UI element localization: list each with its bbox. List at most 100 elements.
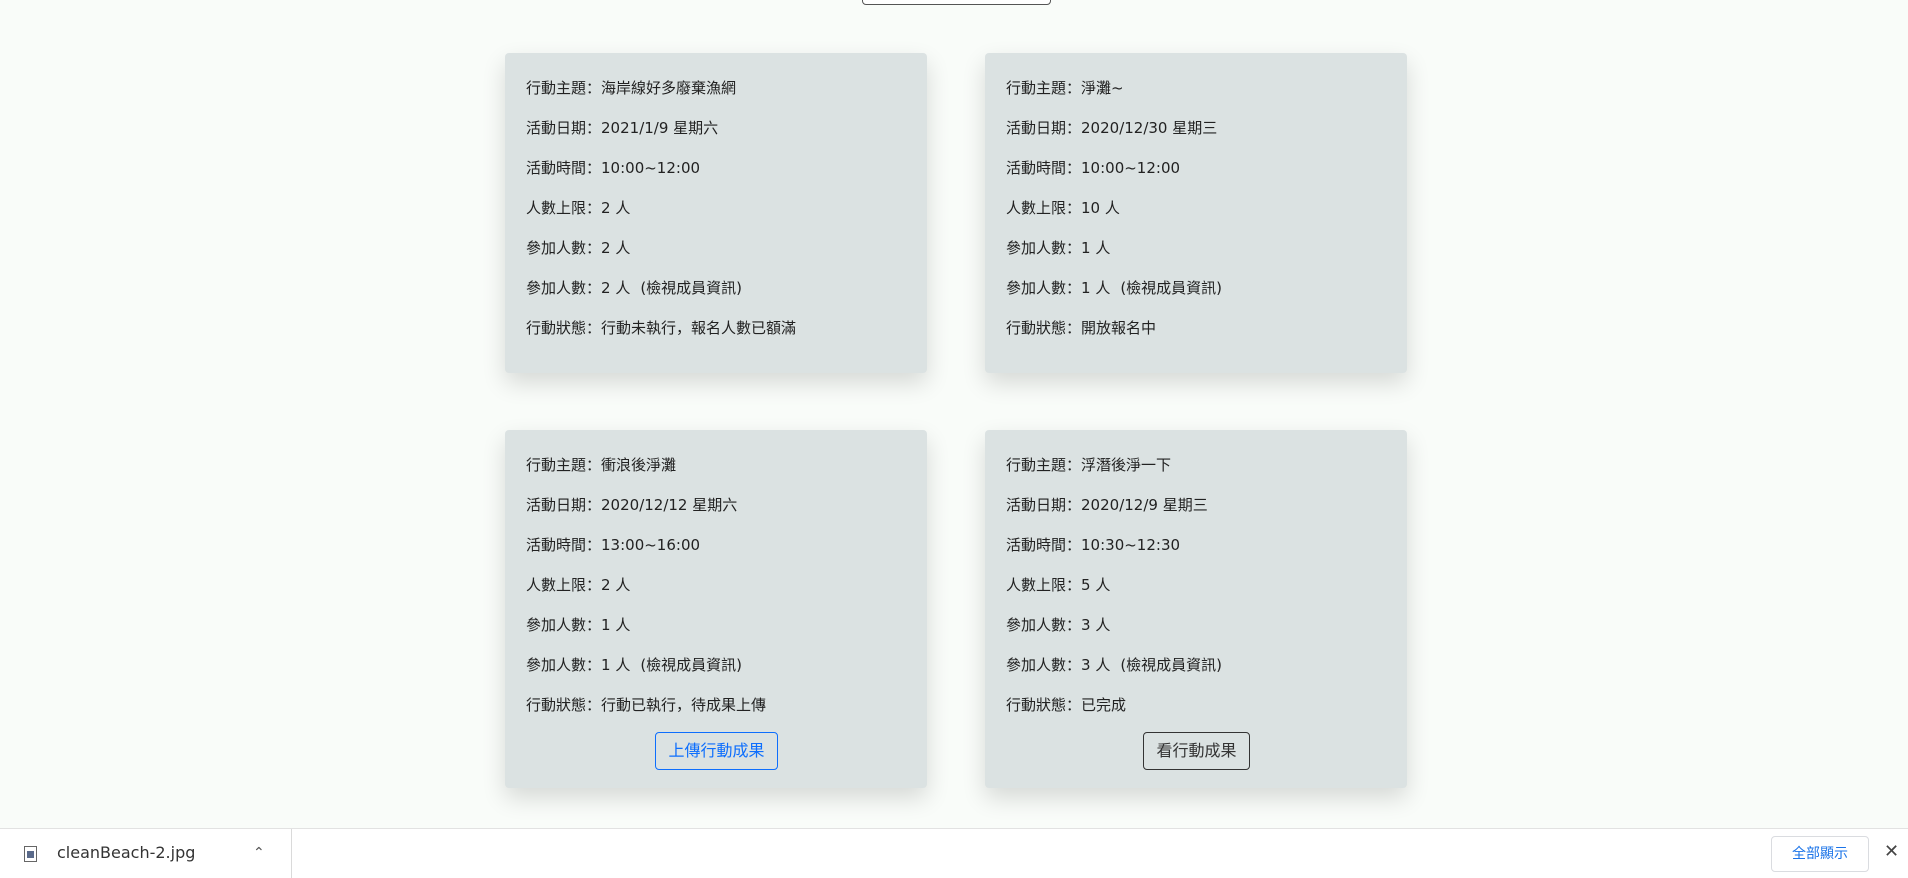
activity-card: 行動主題：衝浪後淨灘 活動日期：2020/12/12 星期六 活動時間：13:0… [505,430,927,788]
joined-row: 參加人數：1 人 [526,610,907,650]
date-label: 活動日期： [526,119,602,137]
time-label: 活動時間： [526,159,602,177]
download-file-name[interactable]: cleanBeach-2.jpg [57,843,195,862]
chevron-up-icon[interactable]: ⌃ [253,845,265,861]
limit-value: 2 人 [601,576,631,594]
date-row: 活動日期：2020/12/9 星期三 [1006,490,1387,530]
status-value: 已完成 [1081,696,1127,714]
time-row: 活動時間：10:30~12:30 [1006,530,1387,570]
close-icon[interactable]: ✕ [1884,841,1899,862]
status-row: 行動狀態：行動已執行，待成果上傳 [526,690,907,730]
date-label: 活動日期： [526,496,602,514]
status-value: 行動已執行，待成果上傳 [601,696,767,714]
limit-row: 人數上限：2 人 [526,570,907,610]
time-label: 活動時間： [1006,159,1082,177]
time-value: 10:00~12:00 [1081,159,1181,177]
theme-label: 行動主題： [526,79,602,97]
joined-label: 參加人數： [1006,279,1082,297]
date-row: 活動日期：2020/12/30 星期三 [1006,113,1387,153]
limit-value: 2 人 [601,199,631,217]
limit-row: 人數上限：2 人 [526,193,907,233]
date-row: 活動日期：2020/12/12 星期六 [526,490,907,530]
show-all-button[interactable]: 全部顯示 [1771,836,1869,872]
joined-value: 1 人 [1081,279,1111,297]
page: 行動主題：海岸線好多廢棄漁網 活動日期：2021/1/9 星期六 活動時間：10… [0,0,1908,878]
limit-label: 人數上限： [1006,199,1082,217]
time-label: 活動時間： [1006,536,1082,554]
activity-card: 行動主題：海岸線好多廢棄漁網 活動日期：2021/1/9 星期六 活動時間：10… [505,53,927,373]
limit-value: 10 人 [1081,199,1120,217]
joined-value: 3 人 [1081,616,1111,634]
joined-row: 參加人數：1 人 [1006,233,1387,273]
time-value: 10:30~12:30 [1081,536,1181,554]
theme-row: 行動主題：浮潛後淨一下 [1006,450,1387,490]
theme-value: 淨灘~ [1081,79,1124,97]
view-members-link[interactable]: (檢視成員資訊) [1120,656,1222,674]
limit-value: 5 人 [1081,576,1111,594]
joined-label: 參加人數： [1006,656,1082,674]
joined-label: 參加人數： [526,616,602,634]
activity-card: 行動主題：淨灘~ 活動日期：2020/12/30 星期三 活動時間：10:00~… [985,53,1407,373]
theme-value: 海岸線好多廢棄漁網 [601,79,737,97]
theme-row: 行動主題：海岸線好多廢棄漁網 [526,73,907,113]
view-members-link[interactable]: (檢視成員資訊) [640,279,742,297]
view-results-button[interactable]: 看行動成果 [1143,732,1250,770]
joined-label: 參加人數： [526,239,602,257]
status-label: 行動狀態： [1006,696,1082,714]
joined-label: 參加人數： [1006,616,1082,634]
view-members-link[interactable]: (檢視成員資訊) [1120,279,1222,297]
date-value: 2021/1/9 星期六 [601,119,719,137]
time-label: 活動時間： [526,536,602,554]
download-item[interactable]: cleanBeach-2.jpg ⌃ [0,829,292,878]
joined-label: 參加人數： [526,656,602,674]
time-value: 13:00~16:00 [601,536,701,554]
status-label: 行動狀態： [526,696,602,714]
limit-label: 人數上限： [1006,576,1082,594]
time-value: 10:00~12:00 [601,159,701,177]
activity-card: 行動主題：浮潛後淨一下 活動日期：2020/12/9 星期三 活動時間：10:3… [985,430,1407,788]
date-value: 2020/12/9 星期三 [1081,496,1208,514]
date-value: 2020/12/30 星期三 [1081,119,1218,137]
status-value: 開放報名中 [1081,319,1157,337]
joined-label: 參加人數： [526,279,602,297]
joined-members-row: 參加人數：2 人 (檢視成員資訊) [526,273,907,313]
time-row: 活動時間：10:00~12:00 [526,153,907,193]
joined-label: 參加人數： [1006,239,1082,257]
joined-value: 3 人 [1081,656,1111,674]
image-file-icon [24,846,37,862]
date-label: 活動日期： [1006,496,1082,514]
limit-label: 人數上限： [526,199,602,217]
status-row: 行動狀態：已完成 [1006,690,1387,730]
joined-members-row: 參加人數：3 人 (檢視成員資訊) [1006,650,1387,690]
status-label: 行動狀態： [526,319,602,337]
joined-value: 1 人 [601,616,631,634]
limit-label: 人數上限： [526,576,602,594]
theme-label: 行動主題： [1006,79,1082,97]
limit-row: 人數上限：5 人 [1006,570,1387,610]
joined-value: 2 人 [601,279,631,297]
view-members-link[interactable]: (檢視成員資訊) [640,656,742,674]
status-label: 行動狀態： [1006,319,1082,337]
theme-label: 行動主題： [526,456,602,474]
joined-members-row: 參加人數：1 人 (檢視成員資訊) [526,650,907,690]
status-value: 行動未執行，報名人數已額滿 [601,319,797,337]
time-row: 活動時間：10:00~12:00 [1006,153,1387,193]
joined-value: 1 人 [1081,239,1111,257]
joined-value: 1 人 [601,656,631,674]
date-value: 2020/12/12 星期六 [601,496,738,514]
status-row: 行動狀態：開放報名中 [1006,313,1387,353]
upload-results-button[interactable]: 上傳行動成果 [655,732,778,770]
top-button[interactable] [862,0,1051,5]
joined-members-row: 參加人數：1 人 (檢視成員資訊) [1006,273,1387,313]
status-row: 行動狀態：行動未執行，報名人數已額滿 [526,313,907,353]
theme-value: 浮潛後淨一下 [1081,456,1172,474]
joined-row: 參加人數：2 人 [526,233,907,273]
limit-row: 人數上限：10 人 [1006,193,1387,233]
theme-row: 行動主題：淨灘~ [1006,73,1387,113]
joined-value: 2 人 [601,239,631,257]
theme-value: 衝浪後淨灘 [601,456,677,474]
time-row: 活動時間：13:00~16:00 [526,530,907,570]
theme-row: 行動主題：衝浪後淨灘 [526,450,907,490]
joined-row: 參加人數：3 人 [1006,610,1387,650]
download-bar: cleanBeach-2.jpg ⌃ 全部顯示 ✕ [0,828,1908,878]
